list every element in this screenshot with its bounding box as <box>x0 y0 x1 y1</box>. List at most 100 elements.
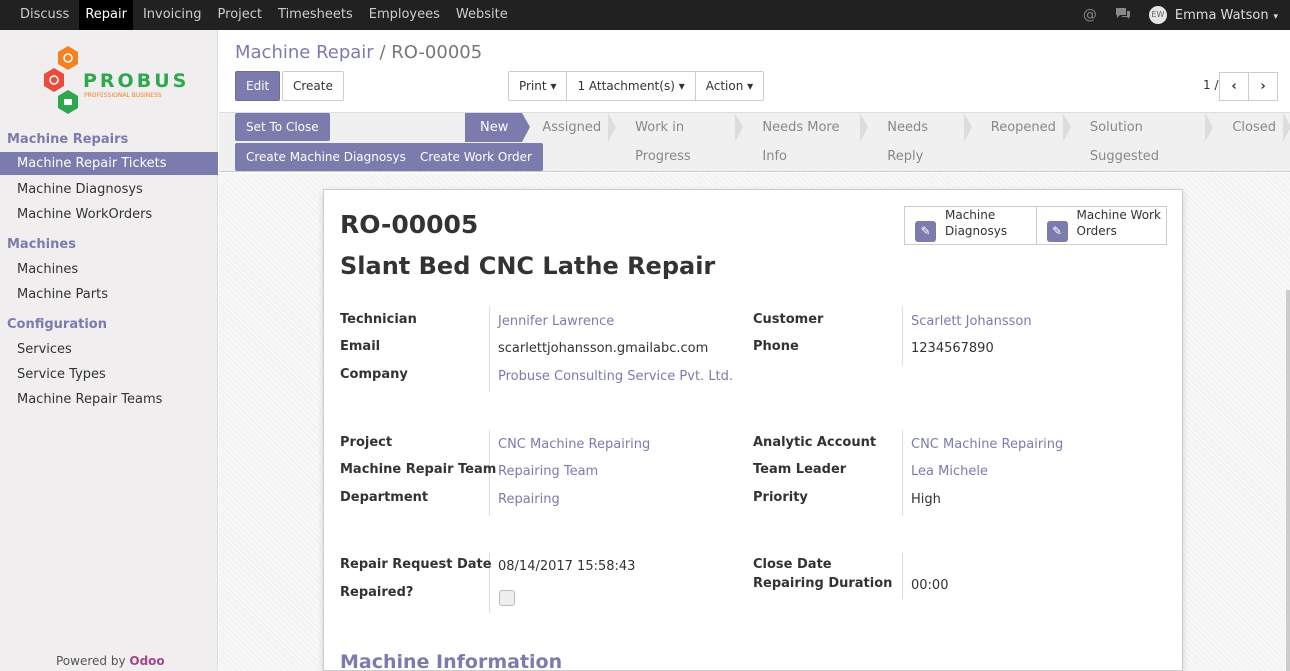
breadcrumb-current: RO-00005 <box>391 42 483 63</box>
menu-discuss[interactable]: Discuss <box>14 0 75 30</box>
customer-value[interactable]: Scarlett Johansson <box>911 314 1032 329</box>
field-divider <box>902 306 903 366</box>
create-machine-diagnosys-button[interactable]: Create Machine Diagnosys <box>235 143 417 171</box>
sidebar-section-machine-repairs: Machine Repairs <box>7 132 129 147</box>
set-to-close-button[interactable]: Set To Close <box>235 113 330 141</box>
phone-label: Phone <box>753 339 799 354</box>
sidebar: PROBUSE PROFESSIONAL BUSINESS Machine Re… <box>0 30 218 671</box>
user-menu[interactable]: Emma Watson ▾ <box>1175 8 1278 23</box>
caret-down-icon: ▾ <box>1270 11 1278 22</box>
machine-information-heading: Machine Information <box>340 651 563 671</box>
smart-button-label: Machine Work Orders <box>1076 208 1161 238</box>
priority-value: High <box>911 492 941 507</box>
email-label: Email <box>340 339 381 354</box>
stage-solution-suggested[interactable]: Solution Suggested <box>1070 113 1214 164</box>
attachments-label: 1 Attachment(s) <box>577 79 675 93</box>
sidebar-item-service-types[interactable]: Service Types <box>0 363 218 386</box>
odoo-link[interactable]: Odoo <box>129 654 164 668</box>
stage-assigned[interactable]: Assigned <box>522 113 616 142</box>
scrollbar[interactable] <box>1286 290 1290 671</box>
print-label: Print <box>519 79 547 93</box>
repair-request-date-label: Repair Request Date <box>340 557 492 572</box>
repairing-duration-label: Repairing Duration <box>753 576 893 591</box>
edit-button[interactable]: Edit <box>235 71 281 101</box>
record-reference: RO-00005 <box>340 210 479 239</box>
pencil-icon: ✎ <box>915 221 936 242</box>
repaired-checkbox[interactable] <box>499 590 515 606</box>
sidebar-item-machine-repair-tickets[interactable]: Machine Repair Tickets <box>0 152 218 175</box>
pager-previous-button[interactable]: ‹ <box>1219 72 1249 101</box>
team-leader-label: Team Leader <box>753 462 847 477</box>
smart-button-label: Machine Diagnosys <box>945 208 1008 238</box>
stage-bar: New Assigned Work in Progress Needs More… <box>465 113 1290 164</box>
attachments-dropdown[interactable]: 1 Attachment(s) ▾ <box>566 71 696 101</box>
stage-needs-more-info[interactable]: Needs More Info <box>742 113 869 164</box>
sidebar-section-configuration: Configuration <box>7 317 107 332</box>
sidebar-item-machine-parts[interactable]: Machine Parts <box>0 283 218 306</box>
breadcrumb-parent[interactable]: Machine Repair <box>235 42 374 63</box>
stage-work-in-progress[interactable]: Work in Progress <box>615 113 744 164</box>
customer-label: Customer <box>753 312 824 327</box>
logo-text: PROBUSE <box>83 70 188 92</box>
menu-timesheets[interactable]: Timesheets <box>272 0 359 30</box>
project-value[interactable]: CNC Machine Repairing <box>498 437 650 452</box>
menu-repair[interactable]: Repair <box>79 0 133 30</box>
phone-value: 1234567890 <box>911 341 994 356</box>
sidebar-item-machine-repair-teams[interactable]: Machine Repair Teams <box>0 388 218 411</box>
record-title: Slant Bed CNC Lathe Repair <box>340 252 716 280</box>
pager-next-button[interactable]: › <box>1248 72 1278 101</box>
menu-project[interactable]: Project <box>212 0 268 30</box>
sidebar-item-machine-workorders[interactable]: Machine WorkOrders <box>0 203 218 226</box>
mention-icon[interactable]: @ <box>1083 7 1097 23</box>
department-value[interactable]: Repairing <box>498 492 560 507</box>
action-dropdown[interactable]: Action ▾ <box>694 71 765 101</box>
repair-team-value[interactable]: Repairing Team <box>498 464 598 479</box>
print-dropdown[interactable]: Print ▾ <box>508 71 568 101</box>
department-label: Department <box>340 490 429 505</box>
logo-tagline: PROFESSIONAL BUSINESS <box>84 92 162 99</box>
repair-request-date-value: 08/14/2017 15:58:43 <box>498 559 636 574</box>
team-leader-value[interactable]: Lea Michele <box>911 464 988 479</box>
stage-reopened[interactable]: Reopened <box>971 113 1072 142</box>
breadcrumb-separator: / <box>379 42 386 63</box>
menu-website[interactable]: Website <box>450 0 514 30</box>
machine-diagnosys-smart-button[interactable]: ✎ Machine Diagnosys <box>905 207 1036 244</box>
powered-prefix: Powered by <box>56 654 126 668</box>
pencil-icon: ✎ <box>1046 221 1068 242</box>
breadcrumb: Machine Repair / RO-00005 <box>235 42 482 63</box>
stage-needs-reply[interactable]: Needs Reply <box>867 113 973 164</box>
technician-label: Technician <box>340 312 417 327</box>
caret-down-icon: ▾ <box>550 79 557 93</box>
create-work-order-button[interactable]: Create Work Order <box>409 143 543 171</box>
sidebar-item-machine-diagnosys[interactable]: Machine Diagnosys <box>0 178 218 201</box>
stage-new[interactable]: New <box>465 113 531 142</box>
powered-by: Powered by Odoo <box>56 654 165 668</box>
sidebar-item-services[interactable]: Services <box>0 338 218 361</box>
machine-work-orders-smart-button[interactable]: ✎ Machine Work Orders <box>1035 207 1167 244</box>
menu-employees[interactable]: Employees <box>363 0 446 30</box>
user-area: @ EW Emma Watson ▾ <box>1083 0 1290 30</box>
analytic-account-label: Analytic Account <box>753 435 877 450</box>
repairing-duration-value: 00:00 <box>911 578 949 593</box>
company-value[interactable]: Probuse Consulting Service Pvt. Ltd. <box>498 369 733 384</box>
avatar[interactable]: EW <box>1148 6 1167 24</box>
smart-buttons: ✎ Machine Diagnosys ✎ Machine Work Order… <box>904 206 1167 245</box>
technician-value[interactable]: Jennifer Lawrence <box>498 314 614 329</box>
repair-team-label: Machine Repair Team <box>340 462 497 477</box>
company-logo: PROBUSE PROFESSIONAL BUSINESS <box>38 44 202 118</box>
action-label: Action <box>705 79 744 93</box>
close-date-label: Close Date <box>753 557 832 572</box>
control-panel: Machine Repair / RO-00005 Edit Create Pr… <box>219 30 1290 112</box>
menu-invoicing[interactable]: Invoicing <box>137 0 208 30</box>
stage-closed[interactable]: Closed <box>1212 113 1290 142</box>
sidebar-actions: Print ▾ 1 Attachment(s) ▾ Action ▾ <box>508 71 765 101</box>
app-menu: Discuss Repair Invoicing Project Timeshe… <box>14 0 518 30</box>
email-value: scarlettjohansson.gmailabc.com <box>498 341 709 356</box>
chat-icon[interactable] <box>1115 7 1131 24</box>
project-label: Project <box>340 435 393 450</box>
field-divider <box>902 553 903 599</box>
create-button[interactable]: Create <box>282 71 344 101</box>
company-label: Company <box>340 367 408 382</box>
sidebar-item-machines[interactable]: Machines <box>0 258 218 281</box>
analytic-account-value[interactable]: CNC Machine Repairing <box>911 437 1063 452</box>
